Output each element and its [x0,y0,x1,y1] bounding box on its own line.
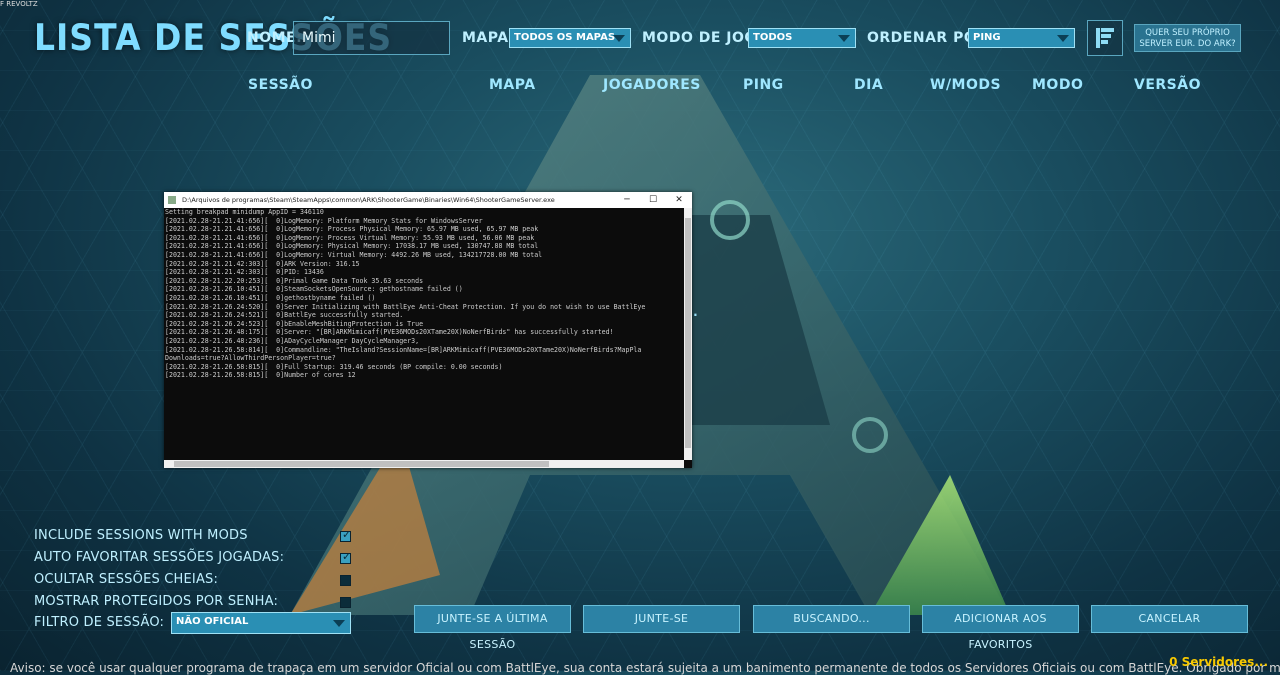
column-header-players[interactable]: JOGADORES [603,77,701,93]
column-header-mode[interactable]: MODO [1032,77,1083,93]
mode-dropdown[interactable]: TODOS [748,28,856,48]
searching-button[interactable]: BUSCANDO... [753,605,910,633]
console-line: [2021.02.28-21.26.48:175][ 0]Server: "[B… [165,328,614,337]
app-icon [168,196,176,204]
map-dropdown[interactable]: TODOS OS MAPAS [509,28,631,48]
minimize-icon[interactable]: ─ [614,192,640,208]
close-icon[interactable]: ✕ [666,192,692,208]
include-mods-checkbox[interactable] [340,528,351,542]
column-header-day[interactable]: DIA [854,77,883,93]
map-dropdown-value: TODOS OS MAPAS [514,32,616,43]
show-protected-label: MOSTRAR PROTEGIDOS POR SENHA: [34,594,279,609]
console-vertical-scrollbar[interactable] [684,208,692,460]
scrollbar-thumb[interactable] [174,461,549,467]
console-line: [2021.02.28-21.26.58:815][ 0]Full Startu… [165,362,503,371]
auto-favorite-label: AUTO FAVORITAR SESSÕES JOGADAS: [34,550,285,565]
sort-dropdown-value: PING [973,32,1001,43]
console-title: D:\Arquivos de programas\Steam\SteamApps… [182,196,555,204]
console-line: [2021.02.28-21.26.24:521][ 0]BattlEye su… [165,311,404,320]
console-line: Downloads=true?AllowThirdPersonPlayer=tr… [165,354,336,363]
server-list-icon [1096,28,1114,48]
console-line: [2021.02.28-21.21.41:656][ 0]LogMemory: … [165,233,535,242]
mode-dropdown-value: TODOS [753,32,793,43]
console-line: [2021.02.28-21.21.41:656][ 0]LogMemory: … [165,216,483,225]
session-filter-dropdown[interactable]: NÃO OFICIAL [171,612,351,634]
name-search-input[interactable] [293,21,450,55]
column-header-mods[interactable]: W/MODS [930,77,1001,93]
console-line: [2021.02.28-21.26.48:236][ 0]ADayCycleMa… [165,336,420,345]
console-horizontal-scrollbar[interactable] [164,460,684,468]
include-mods-label: INCLUDE SESSIONS WITH MODS [34,528,248,543]
console-line: [2021.02.28-21.21.41:656][ 0]LogMemory: … [165,242,539,251]
top-mini-text: F REVOLTZ [0,0,38,8]
column-header-ping[interactable]: PING [743,77,784,93]
console-line: [2021.02.28-21.26.24:523][ 0]bEnableMesh… [165,319,424,328]
server-count: 0 Servidores... [1169,655,1268,669]
chevron-down-icon [613,35,625,42]
column-header-session[interactable]: SESSÃO [248,77,313,93]
map-label: MAPA: [462,30,515,46]
console-line: [2021.02.28-21.22.20:253][ 0]Primal Game… [165,276,424,285]
console-output: Setting breakpad minidump AppID = 346110… [164,208,684,458]
console-line: [2021.02.28-21.26.10:451][ 0]gethostbyna… [165,293,376,302]
add-favorites-button[interactable]: ADICIONAR AOS FAVORITOS [922,605,1079,651]
window-caption-strip: F REVOLTZ [0,0,42,8]
console-line: [2021.02.28-21.26.58:814][ 0]Commandline… [165,345,642,354]
column-header-map[interactable]: MAPA [489,77,536,93]
cancel-button[interactable]: CANCELAR [1091,605,1248,633]
chevron-down-icon [838,35,850,42]
rent-server-button[interactable]: QUER SEU PRÓPRIO SERVER EUR. DO ARK? [1134,24,1241,52]
join-last-session-button[interactable]: JUNTE-SE A ÚLTIMA SESSÃO [414,605,571,651]
maximize-icon[interactable]: ☐ [640,192,666,208]
session-filter-label: FILTRO DE SESSÃO: [34,615,165,630]
sort-dropdown[interactable]: PING [968,28,1075,48]
session-filter-value: NÃO OFICIAL [176,616,249,627]
footer-warning: Aviso: se você usar qualquer programa de… [10,661,1280,675]
column-header-version[interactable]: VERSÃO [1134,77,1201,93]
hide-full-checkbox[interactable] [340,575,351,586]
console-line: [2021.02.28-21.21.41:656][ 0]LogMemory: … [165,250,543,259]
console-line: [2021.02.28-21.21.42:303][ 0]PID: 13436 [165,268,324,277]
join-button[interactable]: JUNTE-SE [583,605,740,633]
hide-full-label: OCULTAR SESSÕES CHEIAS: [34,572,219,587]
console-line: [2021.02.28-21.21.41:656][ 0]LogMemory: … [165,225,539,234]
server-console-window[interactable]: D:\Arquivos de programas\Steam\SteamApps… [164,192,692,468]
console-line: [2021.02.28-21.21.42:303][ 0]ARK Version… [165,259,360,268]
console-line: [2021.02.28-21.26.24:520][ 0]Server Init… [165,302,646,311]
server-list-icon-button[interactable] [1087,20,1123,56]
scrollbar-thumb[interactable] [685,218,691,448]
chevron-down-icon [1057,35,1069,42]
console-line: [2021.02.28-21.26.10:451][ 0]SteamSocket… [165,285,463,294]
console-line: [2021.02.28-21.26.58:815][ 0]Number of c… [165,371,356,380]
chevron-down-icon [333,620,345,627]
show-protected-checkbox[interactable] [340,597,351,608]
console-titlebar[interactable]: D:\Arquivos de programas\Steam\SteamApps… [164,192,692,208]
console-line: Setting breakpad minidump AppID = 346110 [165,208,324,216]
auto-favorite-checkbox[interactable] [340,550,351,564]
